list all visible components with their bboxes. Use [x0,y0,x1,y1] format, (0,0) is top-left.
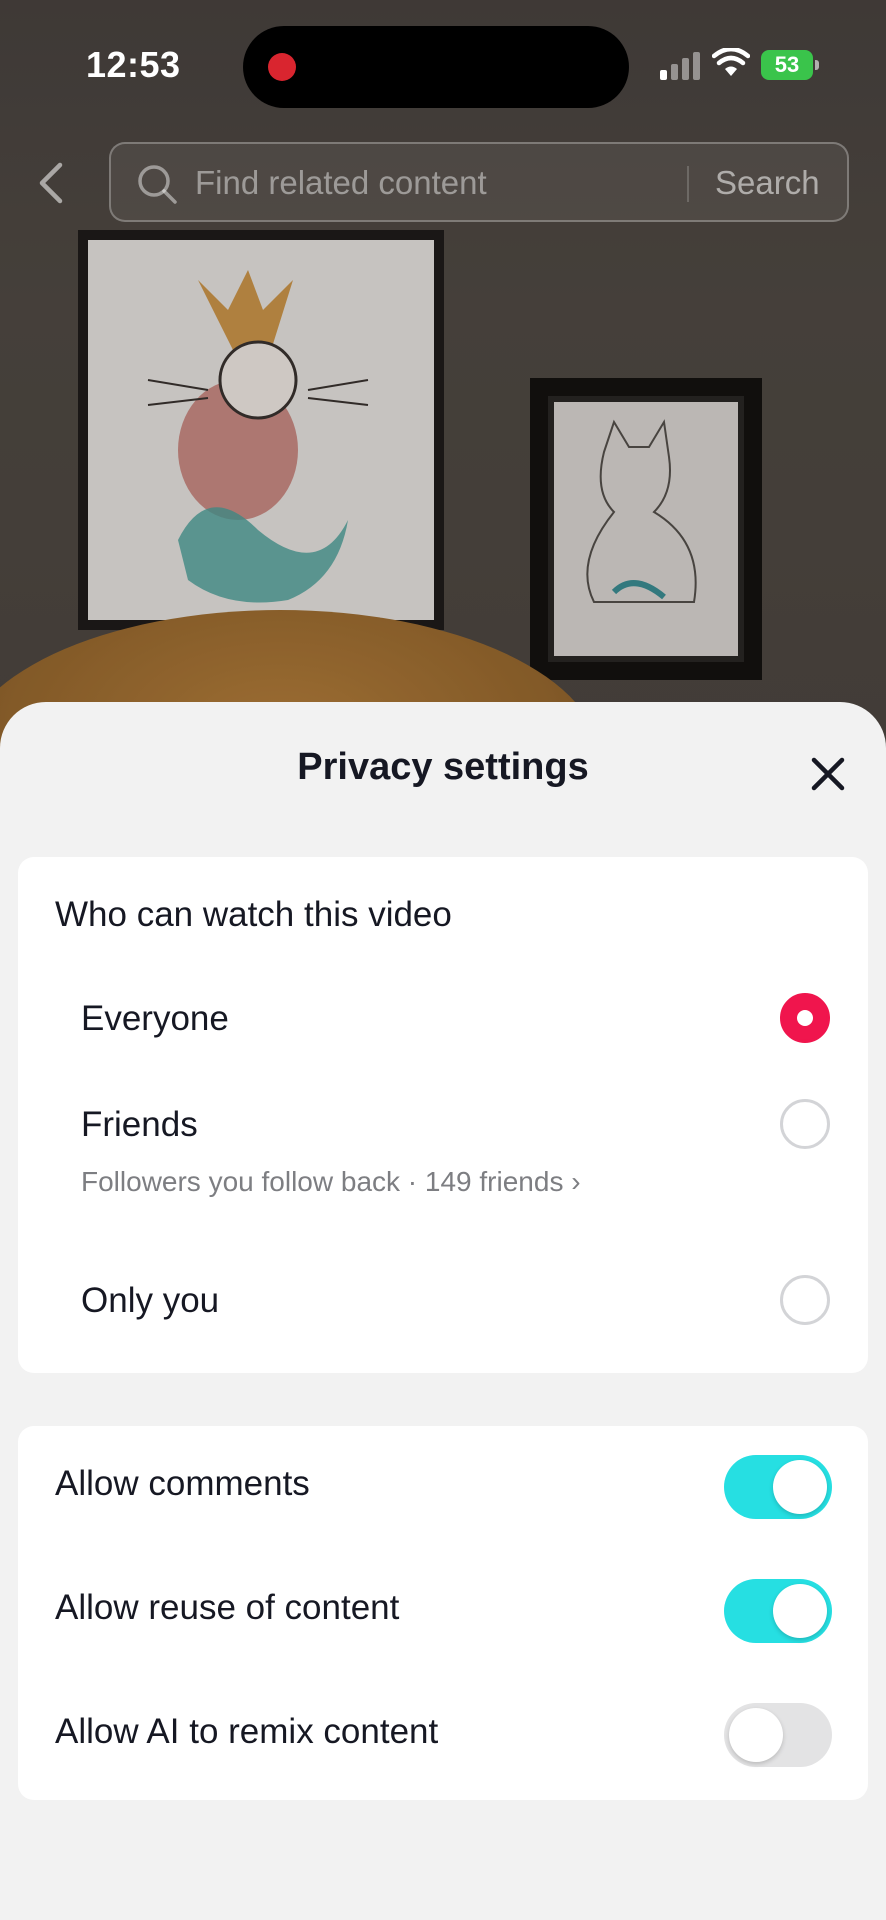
battery-nub [815,60,819,70]
back-button[interactable] [30,158,70,208]
search-divider [687,166,689,202]
option-everyone-label[interactable]: Everyone [81,999,229,1039]
wifi-icon [712,48,750,76]
close-icon[interactable] [806,752,850,796]
search-bar[interactable]: Find related content Search [109,142,849,222]
option-friends-sublabel-link[interactable]: Followers you follow back · 149 friends … [81,1166,581,1198]
status-time: 12:53 [86,44,181,85]
battery-level: 53 [761,50,813,80]
recording-indicator-icon [268,53,296,81]
dim-overlay [0,0,886,760]
radio-everyone[interactable] [780,993,830,1043]
toggle-knob [773,1460,827,1514]
battery-icon: 53 [761,50,819,80]
allow-comments-toggle[interactable] [724,1455,832,1519]
radio-friends[interactable] [780,1099,830,1149]
allow-comments-label: Allow comments [55,1464,310,1503]
dynamic-island [243,26,629,108]
search-button[interactable]: Search [715,164,820,202]
toggle-knob [773,1584,827,1638]
option-friends-label[interactable]: Friends [81,1105,198,1145]
allow-reuse-toggle[interactable] [724,1579,832,1643]
option-only-you-label[interactable]: Only you [81,1281,219,1321]
visibility-card: Who can watch this video Everyone Friend… [18,857,868,1373]
video-background[interactable] [0,0,886,910]
allow-reuse-label: Allow reuse of content [55,1588,400,1627]
allow-ai-remix-label: Allow AI to remix content [55,1712,439,1751]
sheet-title: Privacy settings [297,746,589,788]
signal-icon [660,52,700,80]
toggle-knob [729,1708,783,1762]
radio-only-you[interactable] [780,1275,830,1325]
search-input[interactable]: Find related content [195,164,487,202]
screen: 12:53 53 Find related content Search Pri… [0,0,886,1920]
back-chevron-icon [39,162,63,204]
privacy-settings-sheet: Privacy settings Who can watch this vide… [0,702,886,1920]
permissions-card: Allow comments Allow reuse of content Al… [18,1426,868,1800]
visibility-section-title: Who can watch this video [55,895,452,934]
search-icon [138,165,177,204]
allow-ai-remix-toggle[interactable] [724,1703,832,1767]
